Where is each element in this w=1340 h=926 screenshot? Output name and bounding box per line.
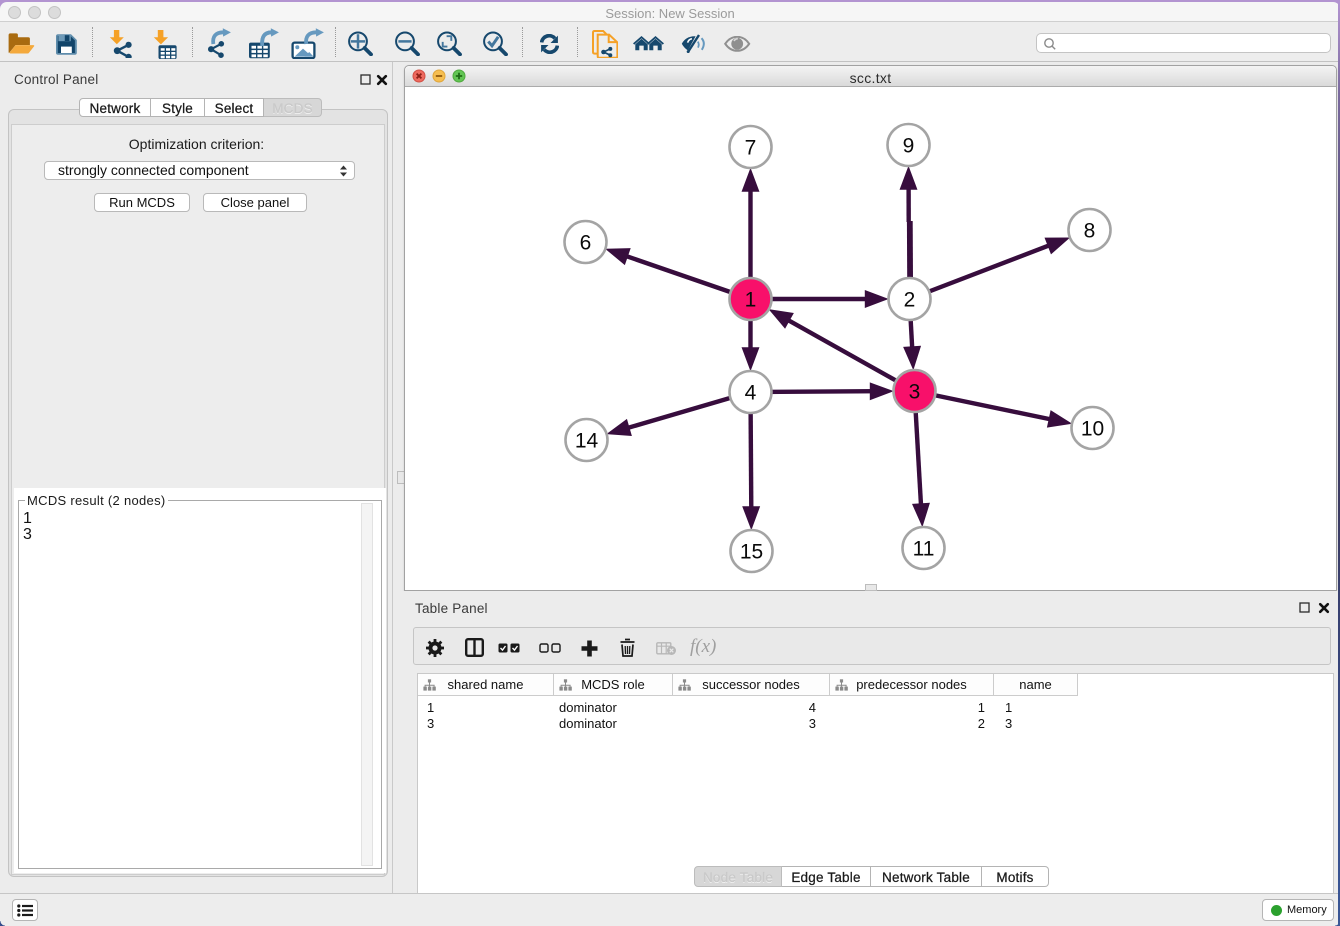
svg-text:14: 14 <box>575 430 599 453</box>
svg-text:11: 11 <box>913 538 935 561</box>
svg-text:3: 3 <box>909 381 921 404</box>
svg-text:15: 15 <box>740 541 763 564</box>
svg-text:2: 2 <box>904 289 916 312</box>
svg-text:10: 10 <box>1081 418 1104 441</box>
svg-text:7: 7 <box>745 137 757 160</box>
svg-text:9: 9 <box>903 135 915 158</box>
svg-text:8: 8 <box>1084 220 1096 243</box>
svg-text:1: 1 <box>745 289 757 312</box>
svg-text:4: 4 <box>745 382 757 405</box>
svg-text:6: 6 <box>580 232 592 255</box>
